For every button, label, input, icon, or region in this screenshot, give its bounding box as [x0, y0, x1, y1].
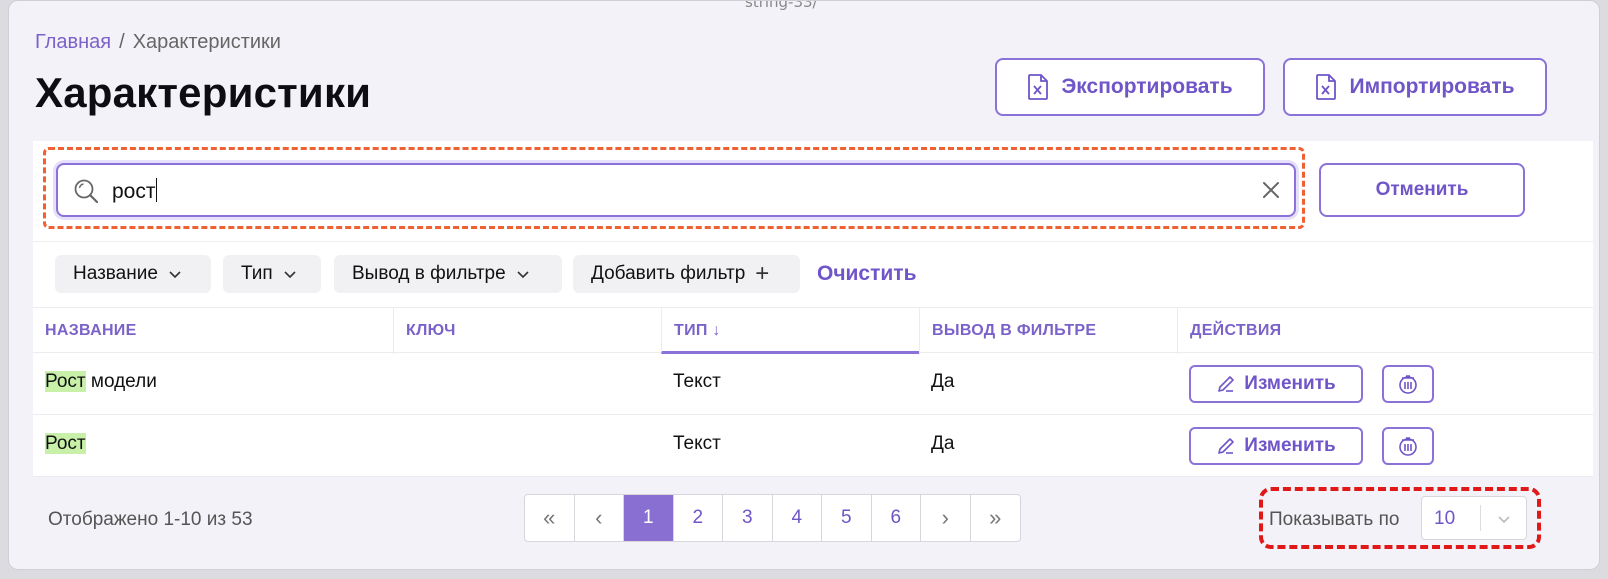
- chevron-down-icon: [517, 271, 529, 279]
- prev-page-button[interactable]: ‹: [575, 495, 624, 541]
- page-button[interactable]: 6: [872, 495, 921, 541]
- table-footer: Отображено 1-10 из 53 « ‹ 1 2 3 4 5 6 › …: [9, 477, 1599, 569]
- cell-filter-output: Да: [931, 371, 955, 392]
- page-button[interactable]: 2: [674, 495, 723, 541]
- column-header-actions: ДЕЙСТВИЯ: [1177, 308, 1593, 354]
- table-row: Рост модели Текст Да Изменить: [33, 353, 1593, 415]
- text-caret: [156, 178, 158, 202]
- column-header-filter-output[interactable]: ВЫВОД В ФИЛЬТРЕ: [919, 308, 1177, 354]
- table-row: Рост Текст Да Изменить: [33, 415, 1593, 477]
- cell-type: Текст: [673, 371, 721, 392]
- pencil-icon: [1218, 438, 1235, 454]
- search-icon: [74, 179, 99, 204]
- cell-name-rest: модели: [85, 371, 157, 392]
- filters-row: Название Тип Вывод в фильтре Добавить фи…: [33, 241, 1593, 307]
- first-page-button[interactable]: «: [525, 495, 575, 541]
- cell-name: Рост: [45, 433, 86, 455]
- edit-label: Изменить: [1244, 373, 1336, 394]
- add-filter-button[interactable]: Добавить фильтр +: [573, 255, 800, 293]
- breadcrumb-current: Характеристики: [132, 31, 281, 53]
- breadcrumb: Главная / Характеристики: [35, 31, 281, 54]
- cell-name: Рост модели: [45, 371, 157, 393]
- per-page-select[interactable]: 10: [1421, 496, 1527, 540]
- next-page-button[interactable]: ›: [921, 495, 971, 541]
- breadcrumb-separator: /: [119, 31, 125, 53]
- filter-chip-label: Вывод в фильтре: [352, 263, 506, 284]
- delete-button[interactable]: [1382, 365, 1434, 403]
- trash-icon: [1399, 437, 1417, 456]
- cancel-button[interactable]: Отменить: [1319, 163, 1525, 217]
- cell-type: Текст: [673, 433, 721, 454]
- search-value-text: рост: [112, 180, 156, 203]
- close-icon[interactable]: [1260, 179, 1282, 201]
- import-button[interactable]: Импортировать: [1283, 58, 1547, 116]
- table-header: НАЗВАНИЕ КЛЮЧ ТИП ↓ ВЫВОД В ФИЛЬТРЕ ДЕЙС…: [33, 307, 1593, 354]
- filter-chip-name[interactable]: Название: [55, 255, 211, 293]
- search-match-highlight: Рост: [45, 371, 86, 392]
- cell-filter-output: Да: [931, 433, 955, 454]
- export-button[interactable]: Экспортировать: [995, 58, 1265, 116]
- column-header-name[interactable]: НАЗВАНИЕ: [33, 308, 393, 354]
- page-button[interactable]: 5: [822, 495, 872, 541]
- trash-icon: [1399, 375, 1417, 394]
- chevron-down-icon: [284, 271, 296, 279]
- export-label: Экспортировать: [1061, 75, 1233, 98]
- app-window: string-33/ Главная / Характеристики Характ…: [8, 0, 1600, 570]
- page-button[interactable]: 4: [773, 495, 822, 541]
- plus-icon: +: [755, 260, 770, 287]
- chevron-down-icon: [169, 271, 181, 279]
- per-page-label: Показывать по: [1269, 509, 1400, 530]
- search-input[interactable]: рост: [56, 163, 1296, 217]
- column-header-key[interactable]: КЛЮЧ: [393, 308, 649, 354]
- delete-button[interactable]: [1382, 427, 1434, 465]
- top-caption: string-33/: [745, 0, 818, 11]
- search-value: рост: [112, 178, 158, 204]
- import-label: Импортировать: [1349, 75, 1515, 98]
- filter-chip-filter-output[interactable]: Вывод в фильтре: [334, 255, 562, 293]
- page-button[interactable]: 1: [624, 495, 674, 541]
- search-match-highlight: Рост: [45, 433, 86, 454]
- chevron-down-icon: [1498, 516, 1510, 524]
- per-page-value: 10: [1434, 508, 1456, 529]
- page-button[interactable]: 3: [723, 495, 773, 541]
- excel-file-icon: [1316, 74, 1337, 100]
- last-page-button[interactable]: »: [971, 495, 1021, 541]
- excel-file-icon: [1028, 74, 1049, 100]
- content-panel: рост Отменить Название Тип Вывод в фильт…: [33, 141, 1593, 477]
- pencil-icon: [1218, 376, 1235, 392]
- edit-button[interactable]: Изменить: [1189, 365, 1363, 403]
- breadcrumb-home-link[interactable]: Главная: [35, 31, 111, 53]
- filter-chip-label: Название: [73, 263, 158, 284]
- add-filter-label: Добавить фильтр: [591, 263, 746, 284]
- filter-chip-label: Тип: [241, 263, 273, 284]
- column-header-type[interactable]: ТИП ↓: [661, 308, 919, 354]
- edit-button[interactable]: Изменить: [1189, 427, 1363, 465]
- select-divider: [1480, 505, 1481, 531]
- filter-chip-type[interactable]: Тип: [223, 255, 321, 293]
- clear-filters-link[interactable]: Очистить: [817, 262, 917, 286]
- results-count: Отображено 1-10 из 53: [48, 509, 253, 530]
- page-title: Характеристики: [35, 69, 372, 116]
- pagination: « ‹ 1 2 3 4 5 6 › »: [524, 494, 1021, 542]
- edit-label: Изменить: [1244, 435, 1336, 456]
